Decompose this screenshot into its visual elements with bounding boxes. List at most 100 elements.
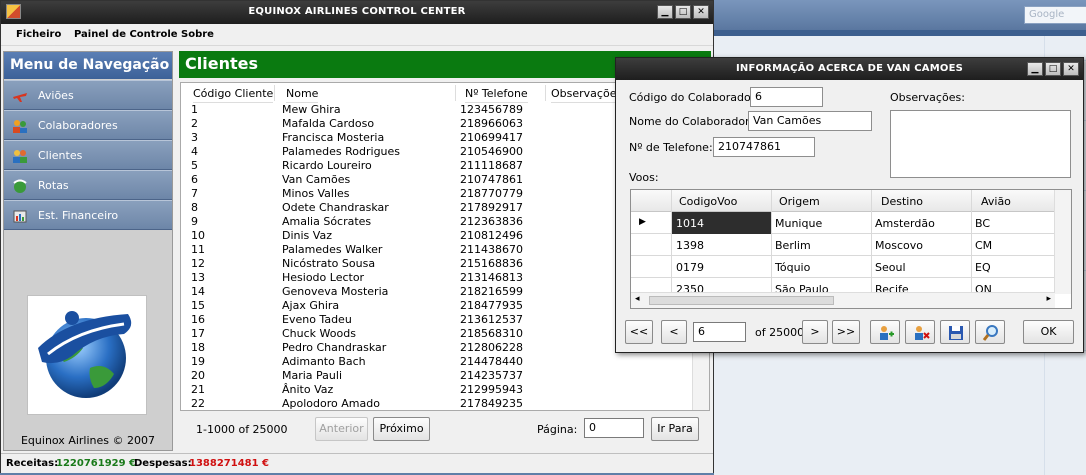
client-name: Ricardo Loureiro: [282, 159, 372, 172]
dialog-minimize-button[interactable]: ▁: [1027, 62, 1043, 76]
client-name: Maria Pauli: [282, 369, 343, 382]
flight-destination: Amsterdão: [875, 217, 935, 230]
flight-aircraft: EQ: [975, 261, 991, 274]
last-record-button[interactable]: >>: [832, 320, 860, 344]
menu-sobre[interactable]: Sobre: [181, 29, 214, 40]
minimize-button[interactable]: ▁: [657, 5, 673, 19]
record-count-label: of 25000: [755, 326, 805, 339]
record-position-input[interactable]: 6: [693, 322, 746, 342]
menu-ficheiro[interactable]: Ficheiro: [16, 29, 61, 40]
client-phone: 210812496: [460, 229, 523, 242]
client-code: 20: [191, 369, 205, 382]
nav-header: Menu de Navegação: [4, 52, 172, 79]
client-phone: 212806228: [460, 341, 523, 354]
next-button[interactable]: Próximo: [373, 417, 430, 441]
previous-record-button[interactable]: <: [661, 320, 687, 344]
observacoes-field[interactable]: [890, 110, 1071, 178]
receitas-label: Receitas:: [6, 458, 59, 469]
dialog-close-button[interactable]: ✕: [1063, 62, 1079, 76]
table-row[interactable]: 22 Apolodoro Amado 217849235: [181, 397, 709, 410]
row-selector-icon: ▶: [639, 217, 646, 227]
client-name: Minos Valles: [282, 187, 350, 200]
client-code: 14: [191, 285, 205, 298]
flight-row[interactable]: ▶ 1014 Munique Amsterdão BC: [631, 212, 1055, 234]
client-code: 11: [191, 243, 205, 256]
telefone-value: 210747861: [718, 140, 781, 153]
client-name: Nicóstrato Sousa: [282, 257, 376, 270]
first-record-button[interactable]: <<: [625, 320, 653, 344]
despesas-value: 1388271481 €: [189, 458, 270, 469]
add-record-button[interactable]: [870, 320, 900, 344]
flights-horizontal-scrollbar[interactable]: ◂ ▸: [631, 292, 1055, 308]
window-title: EQUINOX AIRLINES CONTROL CENTER: [248, 6, 466, 17]
next-record-button[interactable]: >: [802, 320, 828, 344]
sidebar-item-avioes[interactable]: Aviões: [4, 80, 172, 110]
client-code: 16: [191, 313, 205, 326]
flight-code: 0179: [676, 261, 704, 274]
sidebar-item-est-financeiro[interactable]: Est. Financeiro: [4, 200, 172, 230]
client-phone: 123456789: [460, 103, 523, 116]
client-code: 12: [191, 257, 205, 270]
table-row[interactable]: 19 Adimanto Bach 214478440: [181, 355, 709, 369]
client-phone: 212363836: [460, 215, 523, 228]
table-row[interactable]: 20 Maria Pauli 214235737: [181, 369, 709, 383]
client-phone: 213146813: [460, 271, 523, 284]
nome-label: Nome do Colaborador:: [629, 115, 754, 128]
column-header-codigo[interactable]: Código Cliente: [193, 83, 274, 103]
client-code: 17: [191, 327, 205, 340]
client-phone: 218568310: [460, 327, 523, 340]
client-phone: 210699417: [460, 131, 523, 144]
client-name: Ânito Vaz: [282, 383, 334, 396]
client-phone: 214478440: [460, 355, 523, 368]
codigo-value: 6: [755, 90, 762, 103]
column-header-aviao[interactable]: Avião: [971, 190, 1055, 212]
flight-origin: Tóquio: [775, 261, 811, 274]
flight-destination: Seoul: [875, 261, 906, 274]
scroll-thumb[interactable]: [649, 296, 834, 305]
background-search-input[interactable]: Google: [1024, 6, 1086, 24]
column-header-telefone[interactable]: Nº Telefone: [465, 83, 528, 103]
flights-vertical-scrollbar[interactable]: [1054, 190, 1071, 294]
table-row[interactable]: 21 Ânito Vaz 212995943: [181, 383, 709, 397]
column-header-destino[interactable]: Destino: [871, 190, 971, 212]
nome-field[interactable]: Van Camões: [748, 111, 872, 131]
client-phone: 215168836: [460, 257, 523, 270]
client-name: Van Camões: [282, 173, 351, 186]
clients-icon: [13, 150, 27, 163]
column-divider: [274, 85, 275, 101]
ok-button[interactable]: OK: [1023, 320, 1074, 344]
sidebar-item-clientes[interactable]: Clientes: [4, 140, 172, 170]
client-code: 22: [191, 397, 205, 410]
page-number-input[interactable]: 0: [584, 418, 644, 438]
flight-row[interactable]: 1398 Berlim Moscovo CM: [631, 234, 1055, 256]
column-header-origem[interactable]: Origem: [771, 190, 871, 212]
save-record-button[interactable]: [940, 320, 970, 344]
receitas-value: 1220761929 €: [56, 458, 137, 469]
column-header-observacoes[interactable]: Observações: [551, 83, 623, 103]
add-user-icon: [880, 326, 894, 340]
column-header-nome[interactable]: Nome: [286, 83, 319, 103]
search-record-button[interactable]: [975, 320, 1005, 344]
nome-value: Van Camões: [753, 114, 822, 127]
column-header-codigovoo[interactable]: CodigoVoo: [671, 190, 771, 212]
goto-page-button[interactable]: Ir Para: [651, 417, 699, 441]
client-phone: 210747861: [460, 173, 523, 186]
client-code: 8: [191, 201, 198, 214]
close-button[interactable]: ✕: [693, 5, 709, 19]
client-name: Chuck Woods: [282, 327, 356, 340]
client-phone: 217892917: [460, 201, 523, 214]
telefone-field[interactable]: 210747861: [713, 137, 815, 157]
dialog-maximize-button[interactable]: □: [1045, 62, 1061, 76]
client-phone: 218216599: [460, 285, 523, 298]
client-code: 4: [191, 145, 198, 158]
maximize-button[interactable]: □: [675, 5, 691, 19]
previous-button[interactable]: Anterior: [315, 417, 368, 441]
flight-row[interactable]: 0179 Tóquio Seoul EQ: [631, 256, 1055, 278]
menu-painel-de-controle[interactable]: Painel de Controle: [74, 29, 178, 40]
codigo-field[interactable]: 6: [750, 87, 823, 107]
save-disk-icon: [949, 326, 963, 340]
sidebar-item-colaboradores[interactable]: Colaboradores: [4, 110, 172, 140]
delete-record-button[interactable]: [905, 320, 935, 344]
sidebar-item-rotas[interactable]: Rotas: [4, 170, 172, 200]
client-phone: 212995943: [460, 383, 523, 396]
